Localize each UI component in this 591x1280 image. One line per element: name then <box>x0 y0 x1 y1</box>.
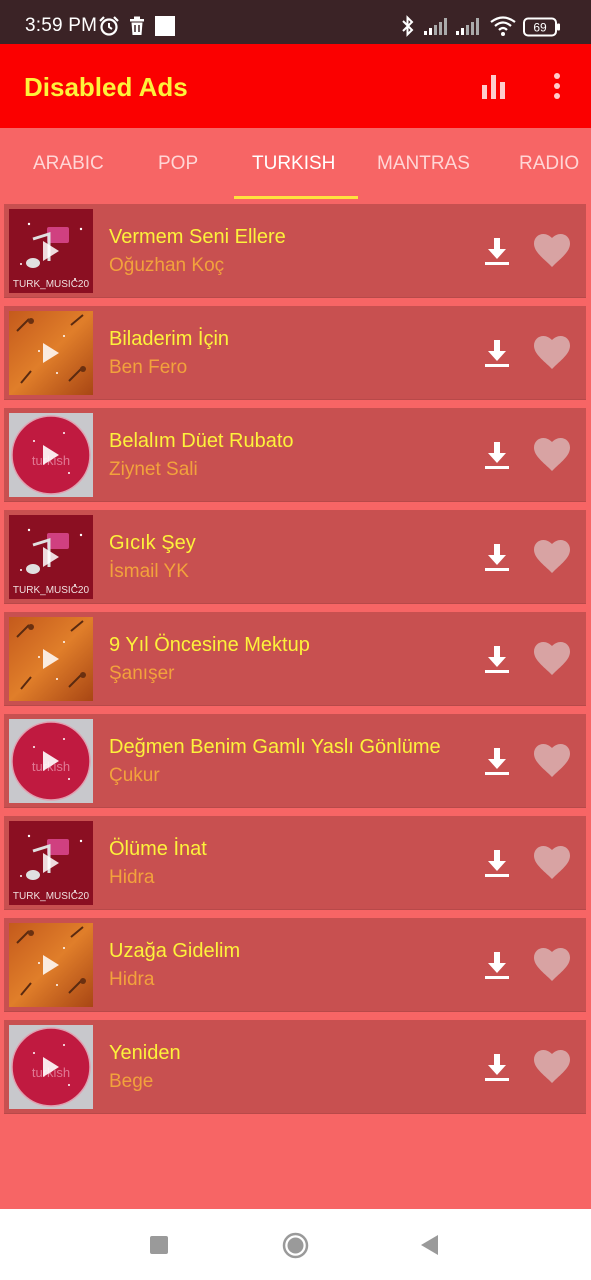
song-artist: Hidra <box>109 867 155 888</box>
song-row[interactable]: TURK_MUSIC20 Vermem Seni Ellere Oğuzhan Ko… <box>4 204 586 298</box>
album-thumbnail: TURK_MUSIC20 <box>9 515 93 599</box>
active-tab-indicator <box>234 196 358 199</box>
download-icon[interactable] <box>482 949 512 981</box>
song-title: Ölüme İnat <box>109 838 207 860</box>
song-row[interactable]: Biladerim İçin Ben Fero <box>4 306 586 400</box>
download-icon[interactable] <box>482 643 512 675</box>
song-row[interactable]: TURK_MUSIC20 Ölüme İnat Hidra <box>4 816 586 910</box>
album-thumbnail <box>9 311 93 395</box>
heart-icon[interactable] <box>532 537 572 577</box>
heart-icon[interactable] <box>532 741 572 781</box>
song-artist: Ziynet Sali <box>109 459 198 480</box>
heart-icon[interactable] <box>532 843 572 883</box>
heart-icon[interactable] <box>532 333 572 373</box>
tab-pop[interactable]: POP <box>158 153 198 175</box>
svg-text:69: 69 <box>533 21 547 35</box>
album-thumbnail: turkish <box>9 719 93 803</box>
tab-turkish[interactable]: TURKISH <box>252 153 335 175</box>
download-icon[interactable] <box>482 439 512 471</box>
tab-radio[interactable]: RADIO <box>519 153 579 175</box>
song-title: Gıcık Şey <box>109 532 196 554</box>
album-thumbnail <box>9 617 93 701</box>
song-row[interactable]: TURK_MUSIC20 Gıcık Şey İsmail YK <box>4 510 586 604</box>
download-icon[interactable] <box>482 847 512 879</box>
album-thumbnail: turkish <box>9 413 93 497</box>
heart-icon[interactable] <box>532 945 572 985</box>
song-title: Vermem Seni Ellere <box>109 226 286 248</box>
download-icon[interactable] <box>482 337 512 369</box>
equalizer-icon[interactable] <box>480 73 508 99</box>
bluetooth-icon <box>402 15 414 37</box>
square-notification-icon <box>155 16 175 36</box>
song-row[interactable]: turkish Yeniden Bege <box>4 1020 586 1114</box>
download-icon[interactable] <box>482 1051 512 1083</box>
signal-icon <box>456 18 479 35</box>
heart-icon[interactable] <box>532 435 572 475</box>
album-thumbnail: TURK_MUSIC20 <box>9 209 93 293</box>
song-title: Biladerim İçin <box>109 328 230 350</box>
song-artist: Hidra <box>109 969 155 990</box>
download-icon[interactable] <box>482 541 512 573</box>
trash-icon <box>130 16 144 35</box>
status-time: 3:59 PM <box>25 15 98 36</box>
download-icon[interactable] <box>482 235 512 267</box>
system-nav-bar <box>0 1209 591 1280</box>
tab-mantras[interactable]: MANTRAS <box>377 153 470 175</box>
song-artist: Ben Fero <box>109 357 188 378</box>
song-row[interactable]: Uzağa Gidelim Hidra <box>4 918 586 1012</box>
status-bar: 3:59 PM 69 <box>0 0 591 44</box>
heart-icon[interactable] <box>532 231 572 271</box>
category-tabs: ARABIC POP TURKISH MANTRAS RADIO <box>0 128 591 202</box>
heart-icon[interactable] <box>532 639 572 679</box>
song-row[interactable]: 9 Yıl Öncesine Mektup Şanışer <box>4 612 586 706</box>
song-row[interactable]: turkish Değmen Benim Gamlı Yaslı Gönlüme Ç… <box>4 714 586 808</box>
song-artist: Şanışer <box>109 663 175 684</box>
recents-square-icon[interactable] <box>150 1236 168 1254</box>
song-title: Belalım Düet Rubato <box>109 430 294 452</box>
download-icon[interactable] <box>482 745 512 777</box>
heart-icon[interactable] <box>532 1047 572 1087</box>
album-thumbnail <box>9 923 93 1007</box>
svg-text:TURK_MUSIC20: TURK_MUSIC20 <box>13 279 90 290</box>
song-title: Uzağa Gidelim <box>109 940 241 962</box>
app-bar: Disabled Ads <box>0 44 591 128</box>
more-vert-icon[interactable] <box>550 72 564 100</box>
album-thumbnail: TURK_MUSIC20 <box>9 821 93 905</box>
song-artist: Bege <box>109 1071 154 1092</box>
svg-text:TURK_MUSIC20: TURK_MUSIC20 <box>13 585 90 596</box>
wifi-icon <box>490 16 516 36</box>
song-artist: Çukur <box>109 765 160 786</box>
song-row[interactable]: turkish Belalım Düet Rubato Ziynet Sali <box>4 408 586 502</box>
song-artist: Oğuzhan Koç <box>109 255 225 276</box>
battery-icon: 69 <box>523 17 560 37</box>
song-title: 9 Yıl Öncesine Mektup <box>109 634 310 656</box>
signal-icon <box>424 18 447 35</box>
alarm-icon <box>99 16 119 36</box>
app-title: Disabled Ads <box>24 72 188 102</box>
back-triangle-icon[interactable] <box>420 1235 440 1255</box>
song-title: Yeniden <box>109 1042 181 1064</box>
svg-text:TURK_MUSIC20: TURK_MUSIC20 <box>13 891 90 902</box>
album-thumbnail: turkish <box>9 1025 93 1109</box>
song-title: Değmen Benim Gamlı Yaslı Gönlüme <box>109 736 441 758</box>
home-circle-icon[interactable] <box>282 1232 309 1259</box>
song-artist: İsmail YK <box>109 561 189 582</box>
tab-arabic[interactable]: ARABIC <box>33 153 104 175</box>
